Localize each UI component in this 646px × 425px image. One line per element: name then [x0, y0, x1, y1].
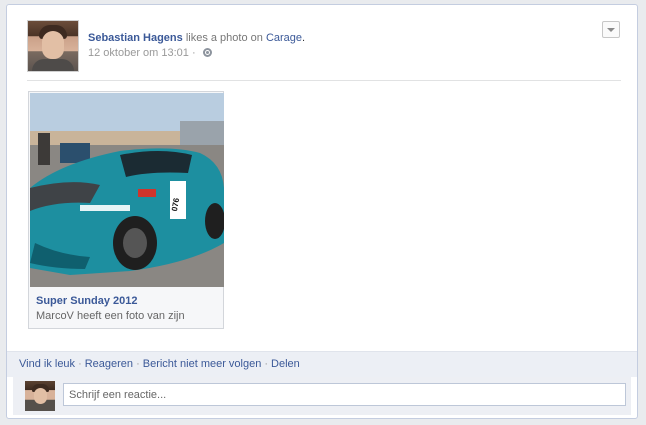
avatar-face	[34, 388, 47, 404]
chevron-down-icon	[607, 28, 615, 32]
story-actions-bar: Vind ik leuk · Reageren · Bericht niet meer …	[7, 351, 637, 377]
action-links: Vind ik leuk · Reageren · Bericht niet meer …	[19, 358, 300, 370]
unfollow-link[interactable]: Bericht niet meer volgen	[143, 358, 262, 370]
globe-icon	[202, 48, 212, 57]
comment-link[interactable]: Reageren	[85, 358, 133, 370]
car-photo-image: 076	[30, 93, 224, 287]
car-photo[interactable]: 076	[30, 93, 224, 287]
header-divider	[27, 80, 621, 81]
meta-separator: ·	[188, 47, 196, 59]
timestamp-link[interactable]: 12 oktober om 13:01	[88, 47, 189, 59]
avatar-shirt	[32, 59, 74, 71]
sponsor-decal	[80, 205, 130, 211]
story-options-button[interactable]	[602, 21, 620, 38]
comment-composer	[13, 377, 631, 415]
headline-period: .	[302, 32, 306, 44]
front-rim	[123, 228, 147, 258]
share-link[interactable]: Delen	[271, 358, 300, 370]
viewer-avatar	[25, 381, 55, 411]
news-feed-story: Sebastian Hagens likes a photo on Carage…	[6, 4, 638, 419]
action-separator: ·	[264, 358, 269, 370]
story-verb: likes a photo on	[182, 32, 266, 44]
actor-name-link[interactable]: Sebastian Hagens	[88, 32, 183, 44]
page-name-link[interactable]: Carage	[266, 32, 302, 44]
attachment-subtitle: MarcoV heeft een foto van zijn	[36, 310, 185, 322]
like-link[interactable]: Vind ik leuk	[19, 358, 75, 370]
action-separator: ·	[136, 358, 140, 370]
actor-avatar[interactable]	[27, 20, 79, 72]
comment-input[interactable]	[63, 383, 626, 406]
spectator	[38, 133, 50, 165]
red-decal	[138, 189, 156, 197]
action-separator: ·	[78, 358, 82, 370]
story-meta: 12 oktober om 13:01 ·	[88, 46, 212, 61]
photo-attachment[interactable]: 076 Super Sunday 2012 MarcoV heeft een f…	[28, 91, 224, 329]
grandstand	[180, 121, 224, 145]
avatar-face	[42, 31, 64, 59]
attachment-title[interactable]: Super Sunday 2012	[36, 295, 138, 307]
story-headline: Sebastian Hagens likes a photo on Carage…	[88, 31, 305, 46]
